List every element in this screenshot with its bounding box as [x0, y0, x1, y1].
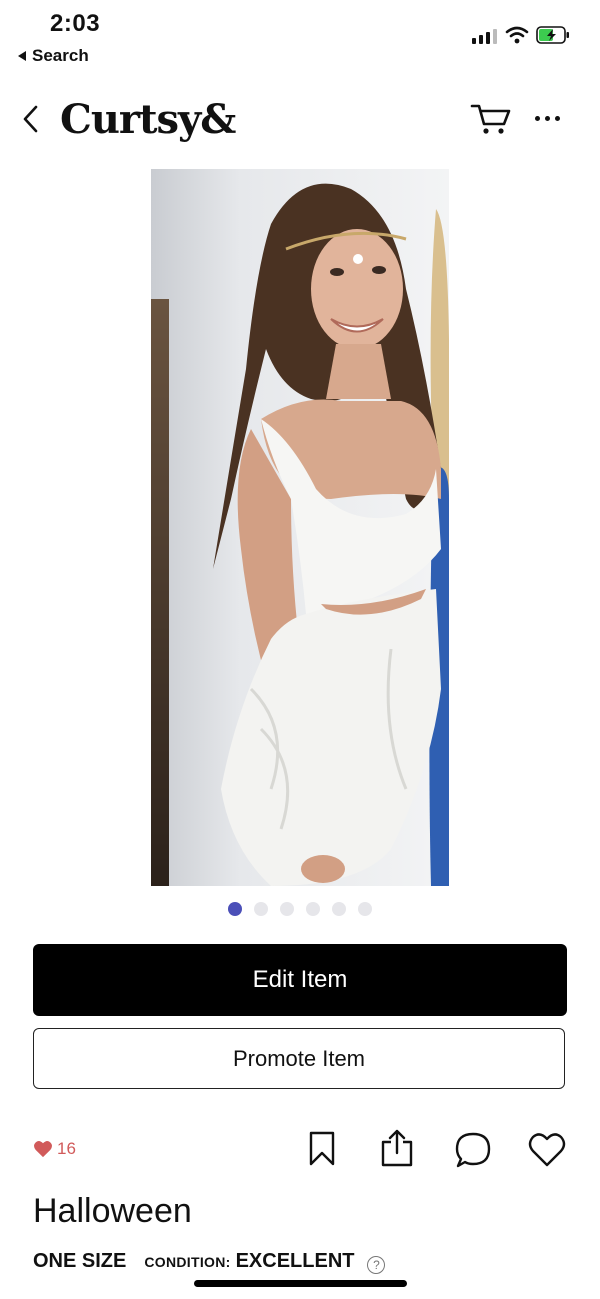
status-time: 2:03: [50, 10, 101, 37]
help-icon[interactable]: ?: [367, 1256, 386, 1274]
carousel-dot[interactable]: [358, 902, 372, 916]
back-to-search-label: Search: [32, 46, 89, 65]
item-title: Halloween: [33, 1192, 192, 1230]
back-chevron-icon[interactable]: [20, 104, 42, 134]
product-photo[interactable]: [151, 169, 449, 886]
battery-icon: [536, 26, 569, 44]
carousel-dot[interactable]: [332, 902, 346, 916]
brand-logo[interactable]: Curtsy&: [60, 96, 236, 143]
home-indicator[interactable]: [194, 1280, 407, 1287]
product-photo-image: [151, 169, 449, 886]
carousel-dot[interactable]: [280, 902, 294, 916]
heart-outline-icon[interactable]: [528, 1132, 566, 1168]
carousel-dots[interactable]: [0, 902, 600, 916]
signal-icon: [472, 28, 497, 44]
carousel-dot[interactable]: [228, 902, 242, 916]
condition-label: CONDITION:: [144, 1254, 231, 1270]
back-triangle-icon: [18, 51, 26, 61]
cart-icon[interactable]: [470, 102, 512, 138]
promote-item-button[interactable]: Promote Item: [33, 1028, 565, 1089]
comment-icon[interactable]: [454, 1131, 492, 1169]
wifi-icon: [505, 26, 529, 44]
item-size: ONE SIZE: [33, 1250, 127, 1272]
back-to-search[interactable]: Search: [18, 46, 89, 66]
bookmark-icon[interactable]: [308, 1131, 336, 1167]
like-count-value: 16: [57, 1139, 76, 1158]
more-icon[interactable]: [535, 116, 560, 121]
item-condition: CONDITION: EXCELLENT ?: [144, 1250, 386, 1274]
item-meta: ONE SIZE CONDITION: EXCELLENT ?: [33, 1250, 386, 1274]
heart-filled-icon: [34, 1141, 52, 1158]
like-count: 16: [33, 1139, 76, 1159]
carousel-dot[interactable]: [306, 902, 320, 916]
share-icon[interactable]: [380, 1128, 414, 1168]
edit-item-button[interactable]: Edit Item: [33, 944, 567, 1016]
carousel-dot[interactable]: [254, 902, 268, 916]
condition-value: EXCELLENT: [235, 1250, 355, 1272]
